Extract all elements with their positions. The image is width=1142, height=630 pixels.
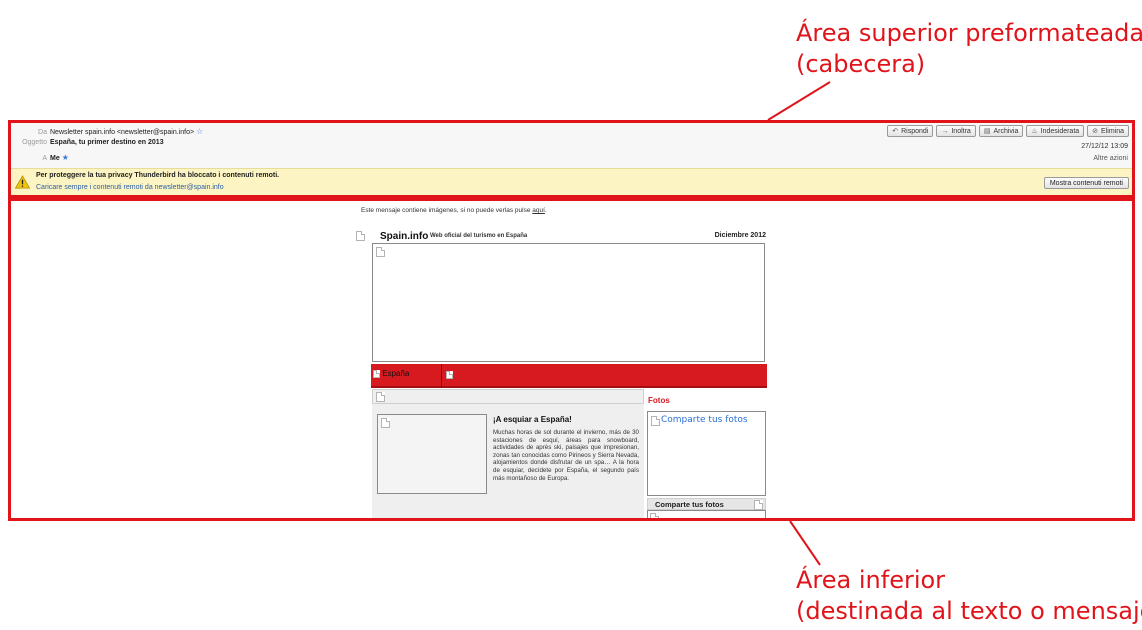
fotos-heading: Fotos [648, 396, 670, 405]
nav-tab-espana[interactable]: España [373, 369, 409, 378]
header-area-frame [8, 120, 1135, 198]
article-column: ¡A esquiar a España! Muchas horas de sol… [372, 404, 644, 518]
broken-image-icon [356, 231, 365, 241]
intro-link[interactable]: aquí [532, 207, 545, 214]
broken-image-icon [376, 247, 385, 257]
newsletter: Spain.info Web oficial del turismo en Es… [346, 228, 767, 518]
broken-image-icon [373, 369, 380, 378]
fotos-box-lower [647, 510, 766, 518]
intro-line: Este mensaje contiene imágenes, si no pu… [361, 207, 547, 214]
hero-image-placeholder [372, 243, 765, 362]
annotation-top-line2: (cabecera) [796, 50, 926, 78]
annotation-top-line1: Área superior preformateada [796, 19, 1142, 47]
share-photos-bar[interactable]: Comparte tus fotos [647, 498, 766, 510]
fotos-box: Comparte tus fotos [647, 411, 766, 496]
share-photos-bar-label: Comparte tus fotos [655, 500, 724, 509]
annotation-bottom-pointer [789, 520, 821, 566]
issue-month: Diciembre 2012 [714, 232, 766, 239]
brand-name: Spain.info [380, 231, 429, 242]
annotation-top-caption: Área superior preformateada (cabecera) [796, 18, 1142, 80]
annotation-bottom-line1: Área inferior [796, 566, 946, 594]
annotation-bottom-caption: Área inferior (destinada al texto o mens… [796, 565, 1142, 627]
article-image-placeholder [377, 414, 487, 494]
share-photos-link[interactable]: Comparte tus fotos [661, 415, 748, 425]
nav-separator [441, 364, 442, 388]
section-bar [372, 389, 644, 404]
broken-image-icon [754, 500, 763, 510]
annotation-bottom-line2: (destinada al texto o mensaje) [796, 597, 1142, 625]
broken-image-icon [446, 371, 453, 379]
nav-bar: España [371, 364, 767, 388]
message-body: Este mensaje contiene imágenes, si no pu… [11, 201, 1132, 518]
broken-image-icon [381, 418, 390, 428]
broken-image-icon [376, 392, 385, 402]
nav-tab-label: España [382, 369, 410, 378]
article-title: ¡A esquiar a España! [493, 415, 572, 424]
annotation-top-pointer [767, 81, 831, 121]
brand-tagline: Web oficial del turismo en España [430, 233, 528, 239]
intro-text: Este mensaje contiene imágenes, si no pu… [361, 207, 531, 214]
article-body: Muchas horas de sol durante el invierno,… [493, 429, 639, 482]
broken-image-icon [650, 513, 659, 518]
intro-end: . [544, 207, 547, 214]
broken-image-icon [651, 416, 660, 426]
